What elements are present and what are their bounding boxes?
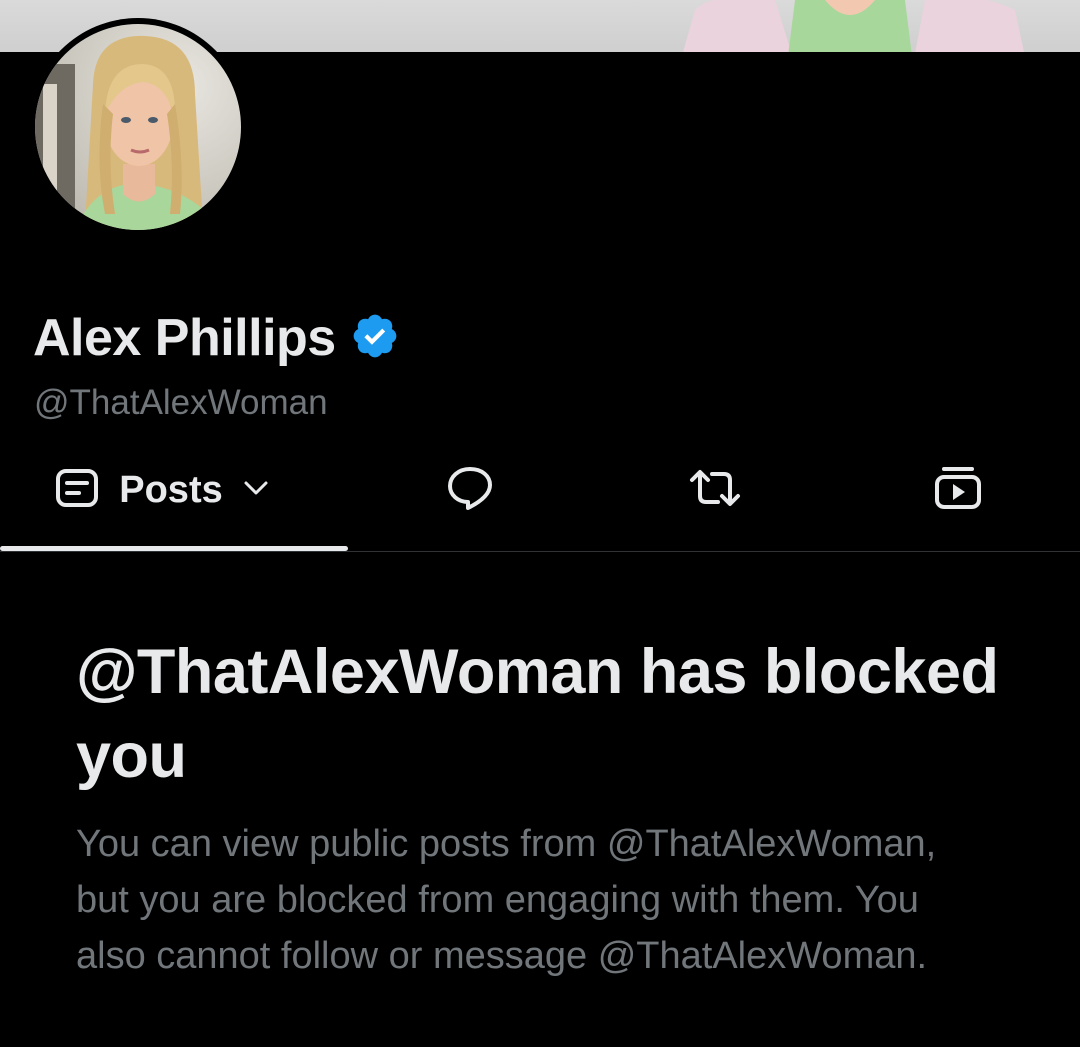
active-tab-indicator <box>0 546 348 551</box>
blocked-body: You can view public posts from @ThatAlex… <box>76 823 937 977</box>
tab-replies[interactable] <box>400 440 540 540</box>
avatar[interactable] <box>29 18 247 236</box>
tab-reposts[interactable] <box>645 440 785 540</box>
tab-media[interactable] <box>888 440 1028 540</box>
display-name: Alex Phillips <box>33 309 336 367</box>
profile-name-row: Alex Phillips <box>33 306 400 370</box>
tab-posts-label: Posts <box>119 468 223 511</box>
repost-icon <box>688 468 742 513</box>
video-icon <box>934 465 982 516</box>
reply-bubble-icon <box>446 465 494 516</box>
profile-handle: @ThatAlexWoman <box>34 383 328 422</box>
profile-tabs: Posts <box>0 440 1080 552</box>
avatar-photo <box>35 24 241 230</box>
tab-posts[interactable]: Posts <box>0 440 348 540</box>
chevron-down-icon[interactable] <box>243 480 269 501</box>
blocked-title: @ThatAlexWoman has blocked you <box>76 637 999 791</box>
posts-icon <box>55 468 99 513</box>
banner-photo <box>683 0 1024 52</box>
verified-badge-icon[interactable] <box>350 311 400 366</box>
blocked-notice: @ThatAlexWoman has blocked you You can v… <box>76 630 1036 984</box>
